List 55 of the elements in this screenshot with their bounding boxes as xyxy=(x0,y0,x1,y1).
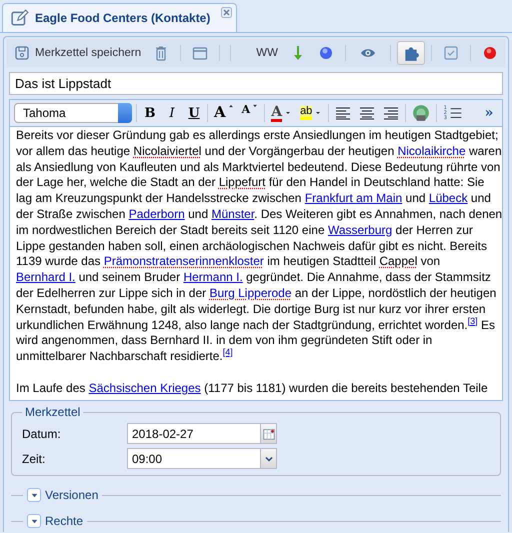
underline-button[interactable]: U xyxy=(185,103,203,123)
link[interactable]: Wasserburg xyxy=(328,222,392,237)
date-field[interactable]: 2018-02-27 xyxy=(127,423,260,444)
editor-paragraph: Im Laufe des Sächsischen Krieges (1177 bis 1181) wurden die bereits bestehenden Teile xyxy=(16,380,488,397)
caret-icon xyxy=(284,109,292,117)
close-icon[interactable] xyxy=(221,7,232,18)
editor-paragraph: Bereits vor dieser Gründung gab es allerdings erste Ansiedlungen im heutigen Stadtgebiet; vor allem das heutige Nicolaiviertel und der Vorgängerbau der heutigen Nicolaikirche waren als Ansiedlung von Kaufleuten und als Marktviertel bedeutend. Diese Bedeutung rührte von der Lage her, welche die Stadt an der Lippefurt für den Handel in Deutschland hatte: Sie lag am Kreuzungspunkt der Handelsstrecke zwischen Frankfurt am Main und Lübeck und der Straße zwischen Paderborn und Münster. Des Weiteren gibt es Annahmen, nach denen im nordwestlichen Bereich der Stadt bereits seit 1120 eine Wasserburg der Herren zur Lippe gestanden haben soll, einen archäologischen Nachweis dafür gibt es nicht. Bereits 1139 wurde das Prämonstratenserinnenkloster im heutigen Stadtteil Cappel von Bernhard I. und seinem Bruder Hermann I. gegründet. Die Annahme, dass der Stammsitz der Edelherren zur Lippe sich in der Burg Lipperode an der Lippe, nordöstlich der heutigen Kernstadt, befunden habe, gilt als widerlegt. Die dortige Burg ist nur kurz vor ihrer ersten urkundlichen Erwähnung 1248, also lange nach der Stadtgründung, errichtet worden.$^{[3]}$ Es wird angenommen, dass Bernhard II. in dem von ihm gegründeten Stift oder in unmittelbarer Nachbarschaft residierte.$^{[4]}$ xyxy=(16,128,502,365)
shrink-font-button[interactable]: A xyxy=(240,103,260,123)
link[interactable]: Lübeck xyxy=(428,191,468,206)
link[interactable]: Prämonstratenserinnenkloster xyxy=(104,254,264,268)
tab[interactable]: Eagle Food Centers (Kontakte) xyxy=(2,3,238,32)
toolbar-button[interactable]: WW xyxy=(251,41,283,65)
group-legend: Merkzettel xyxy=(22,405,84,419)
font-color-button[interactable]: A xyxy=(269,103,294,123)
field-label: Datum: xyxy=(22,426,62,440)
list-lines-icon xyxy=(449,105,464,121)
link[interactable]: Sächsischen Krieges xyxy=(88,380,201,395)
calendar-icon xyxy=(262,426,276,440)
link[interactable]: Nicolaikirche xyxy=(398,144,466,158)
footnote-link[interactable]: [3] xyxy=(468,316,478,326)
ball-icon xyxy=(482,45,498,61)
align-left-icon xyxy=(335,105,352,121)
bold-button[interactable]: B xyxy=(141,103,159,123)
grow-font-button[interactable]: A xyxy=(212,103,236,123)
italic-button[interactable]: I xyxy=(163,103,181,123)
dropdown-button[interactable] xyxy=(260,448,277,469)
caret-down-icon xyxy=(252,103,258,109)
tab-title: Eagle Food Centers (Kontakte) xyxy=(35,11,210,25)
link[interactable]: Paderborn xyxy=(128,206,185,221)
edit-icon xyxy=(11,9,29,27)
caret-up-icon xyxy=(228,103,234,109)
title-field[interactable]: Das ist Lippstadt xyxy=(9,72,503,95)
link[interactable]: Burg Lipperode xyxy=(209,286,292,300)
checkbox-icon xyxy=(443,45,459,61)
footnote-link[interactable]: [4] xyxy=(222,347,233,358)
caret-icon xyxy=(314,109,322,117)
time-field[interactable]: 09:00 xyxy=(127,448,260,469)
expand-toggle[interactable] xyxy=(27,488,41,502)
field-label: Zeit: xyxy=(22,452,46,466)
toolbar-button[interactable] xyxy=(397,41,425,65)
link[interactable]: Bernhard I. xyxy=(16,270,76,284)
align-center-icon xyxy=(359,105,376,121)
window-icon xyxy=(192,45,208,61)
section-title[interactable]: Rechte xyxy=(45,514,84,528)
more-button[interactable]: » xyxy=(480,103,498,123)
ball-icon xyxy=(318,45,334,61)
expand-toggle[interactable] xyxy=(27,514,41,528)
link[interactable]: Frankfurt am Main xyxy=(304,191,402,206)
link[interactable]: Hermann I. xyxy=(183,270,243,284)
save-button[interactable]: Merkzettel speichern xyxy=(9,41,146,65)
align-right-icon xyxy=(383,105,400,121)
highlight-button[interactable]: ab xyxy=(298,103,324,123)
section-title[interactable]: Versionen xyxy=(45,488,98,502)
font-select[interactable]: Tahoma xyxy=(14,103,132,123)
link[interactable]: Münster xyxy=(211,206,254,221)
